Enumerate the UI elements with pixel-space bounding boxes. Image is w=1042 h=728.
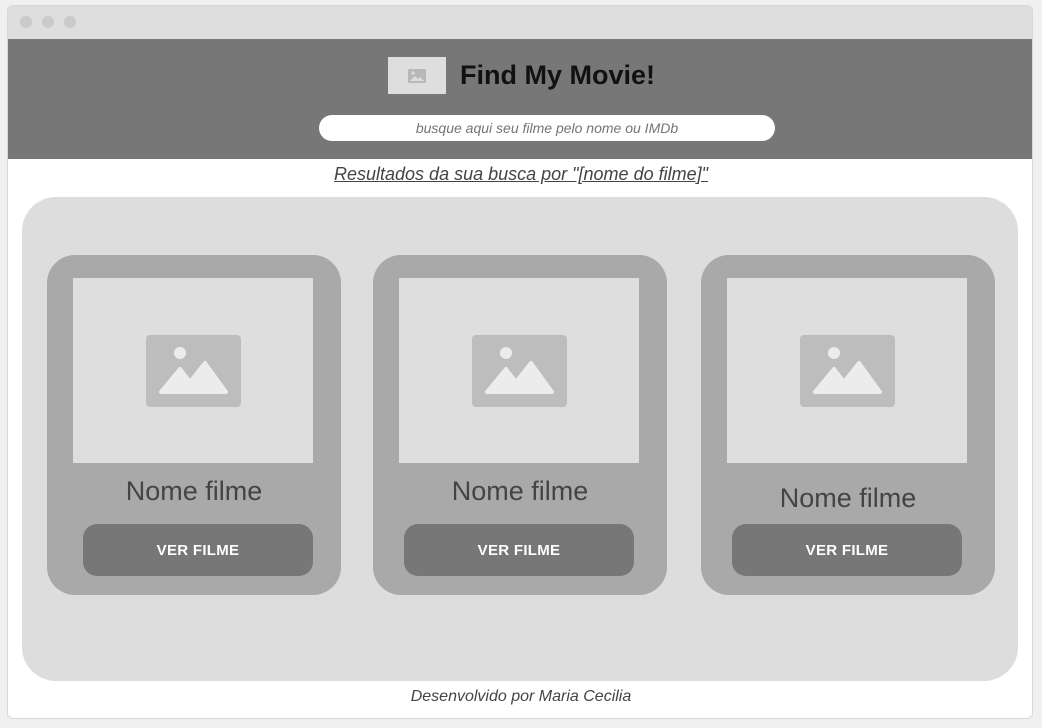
movie-card: Nome filme VER FILME — [373, 255, 667, 595]
movie-card: Nome filme VER FILME — [701, 255, 995, 595]
movie-card: Nome filme VER FILME — [47, 255, 341, 595]
window-maximize-dot[interactable] — [64, 16, 76, 28]
movie-title: Nome filme — [451, 476, 589, 506]
view-movie-button[interactable]: VER FILME — [83, 524, 313, 576]
movie-poster — [73, 278, 313, 463]
app-title: Find My Movie! — [460, 60, 655, 90]
movie-poster — [399, 278, 639, 463]
view-movie-button[interactable]: VER FILME — [732, 524, 962, 576]
window-close-dot[interactable] — [20, 16, 32, 28]
image-placeholder-icon — [799, 334, 895, 407]
window-minimize-dot[interactable] — [42, 16, 54, 28]
movie-poster — [727, 278, 967, 463]
results-panel: Nome filme VER FILME Nome filme VER FILM… — [22, 197, 1018, 681]
movie-title: Nome filme — [125, 476, 263, 506]
view-movie-button[interactable]: VER FILME — [404, 524, 634, 576]
site-header: Find My Movie! — [8, 39, 1032, 159]
results-title: Resultados da sua busca por "[nome do fi… — [334, 164, 708, 184]
search-input[interactable] — [319, 115, 775, 141]
browser-window: Find My Movie! Resultados da sua busca p… — [7, 5, 1033, 719]
logo-image-icon — [388, 57, 446, 94]
window-titlebar — [8, 6, 1032, 39]
image-placeholder-icon — [145, 334, 241, 407]
image-placeholder-icon — [471, 334, 567, 407]
movie-title: Nome filme — [779, 483, 917, 513]
footer-credit: Desenvolvido por Maria Cecilia — [410, 688, 632, 705]
